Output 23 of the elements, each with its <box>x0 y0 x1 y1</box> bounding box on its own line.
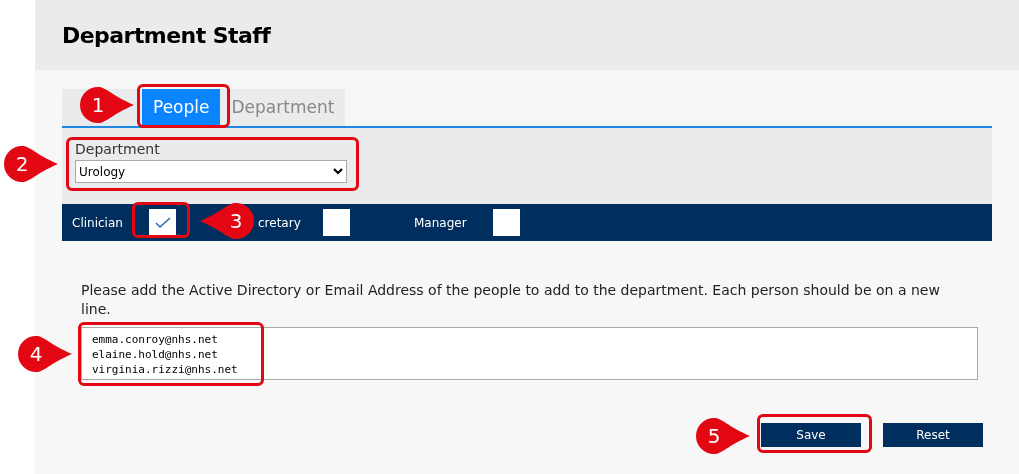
callout-marker: 5 <box>696 418 750 454</box>
callout-marker: 1 <box>80 87 134 123</box>
callout-marker: 4 <box>18 336 72 372</box>
chevron-down-icon <box>333 168 343 175</box>
action-button[interactable]: Reset <box>883 423 983 447</box>
highlight-frame <box>132 202 190 238</box>
email-textarea[interactable]: emma.conroy@nhs.net elaine.hold@nhs.net virginia.rizzi@nhs.net <box>81 327 978 380</box>
role-checkbox[interactable] <box>323 209 350 236</box>
callout-marker: 3 <box>200 203 254 239</box>
instruction-text: Please add the Active Directory or Email Address of the people to add to the department. Each person should be on a new line. <box>81 281 941 319</box>
tab[interactable]: People <box>142 89 221 126</box>
role-label: cretary <box>258 214 302 232</box>
role-label: Manager <box>414 214 468 232</box>
role-checkbox[interactable] <box>493 209 520 236</box>
action-button[interactable]: Save <box>761 423 861 447</box>
dropdown-value: Urology <box>79 163 126 181</box>
department-dropdown[interactable]: Urology <box>75 160 347 183</box>
checkmark-icon <box>154 216 171 229</box>
role-label: Clinician <box>72 214 124 232</box>
callout-marker: 2 <box>4 146 58 182</box>
page-title: Department Staff <box>62 21 271 50</box>
field-label: Department <box>75 142 161 156</box>
role-checkbox[interactable] <box>149 209 176 236</box>
